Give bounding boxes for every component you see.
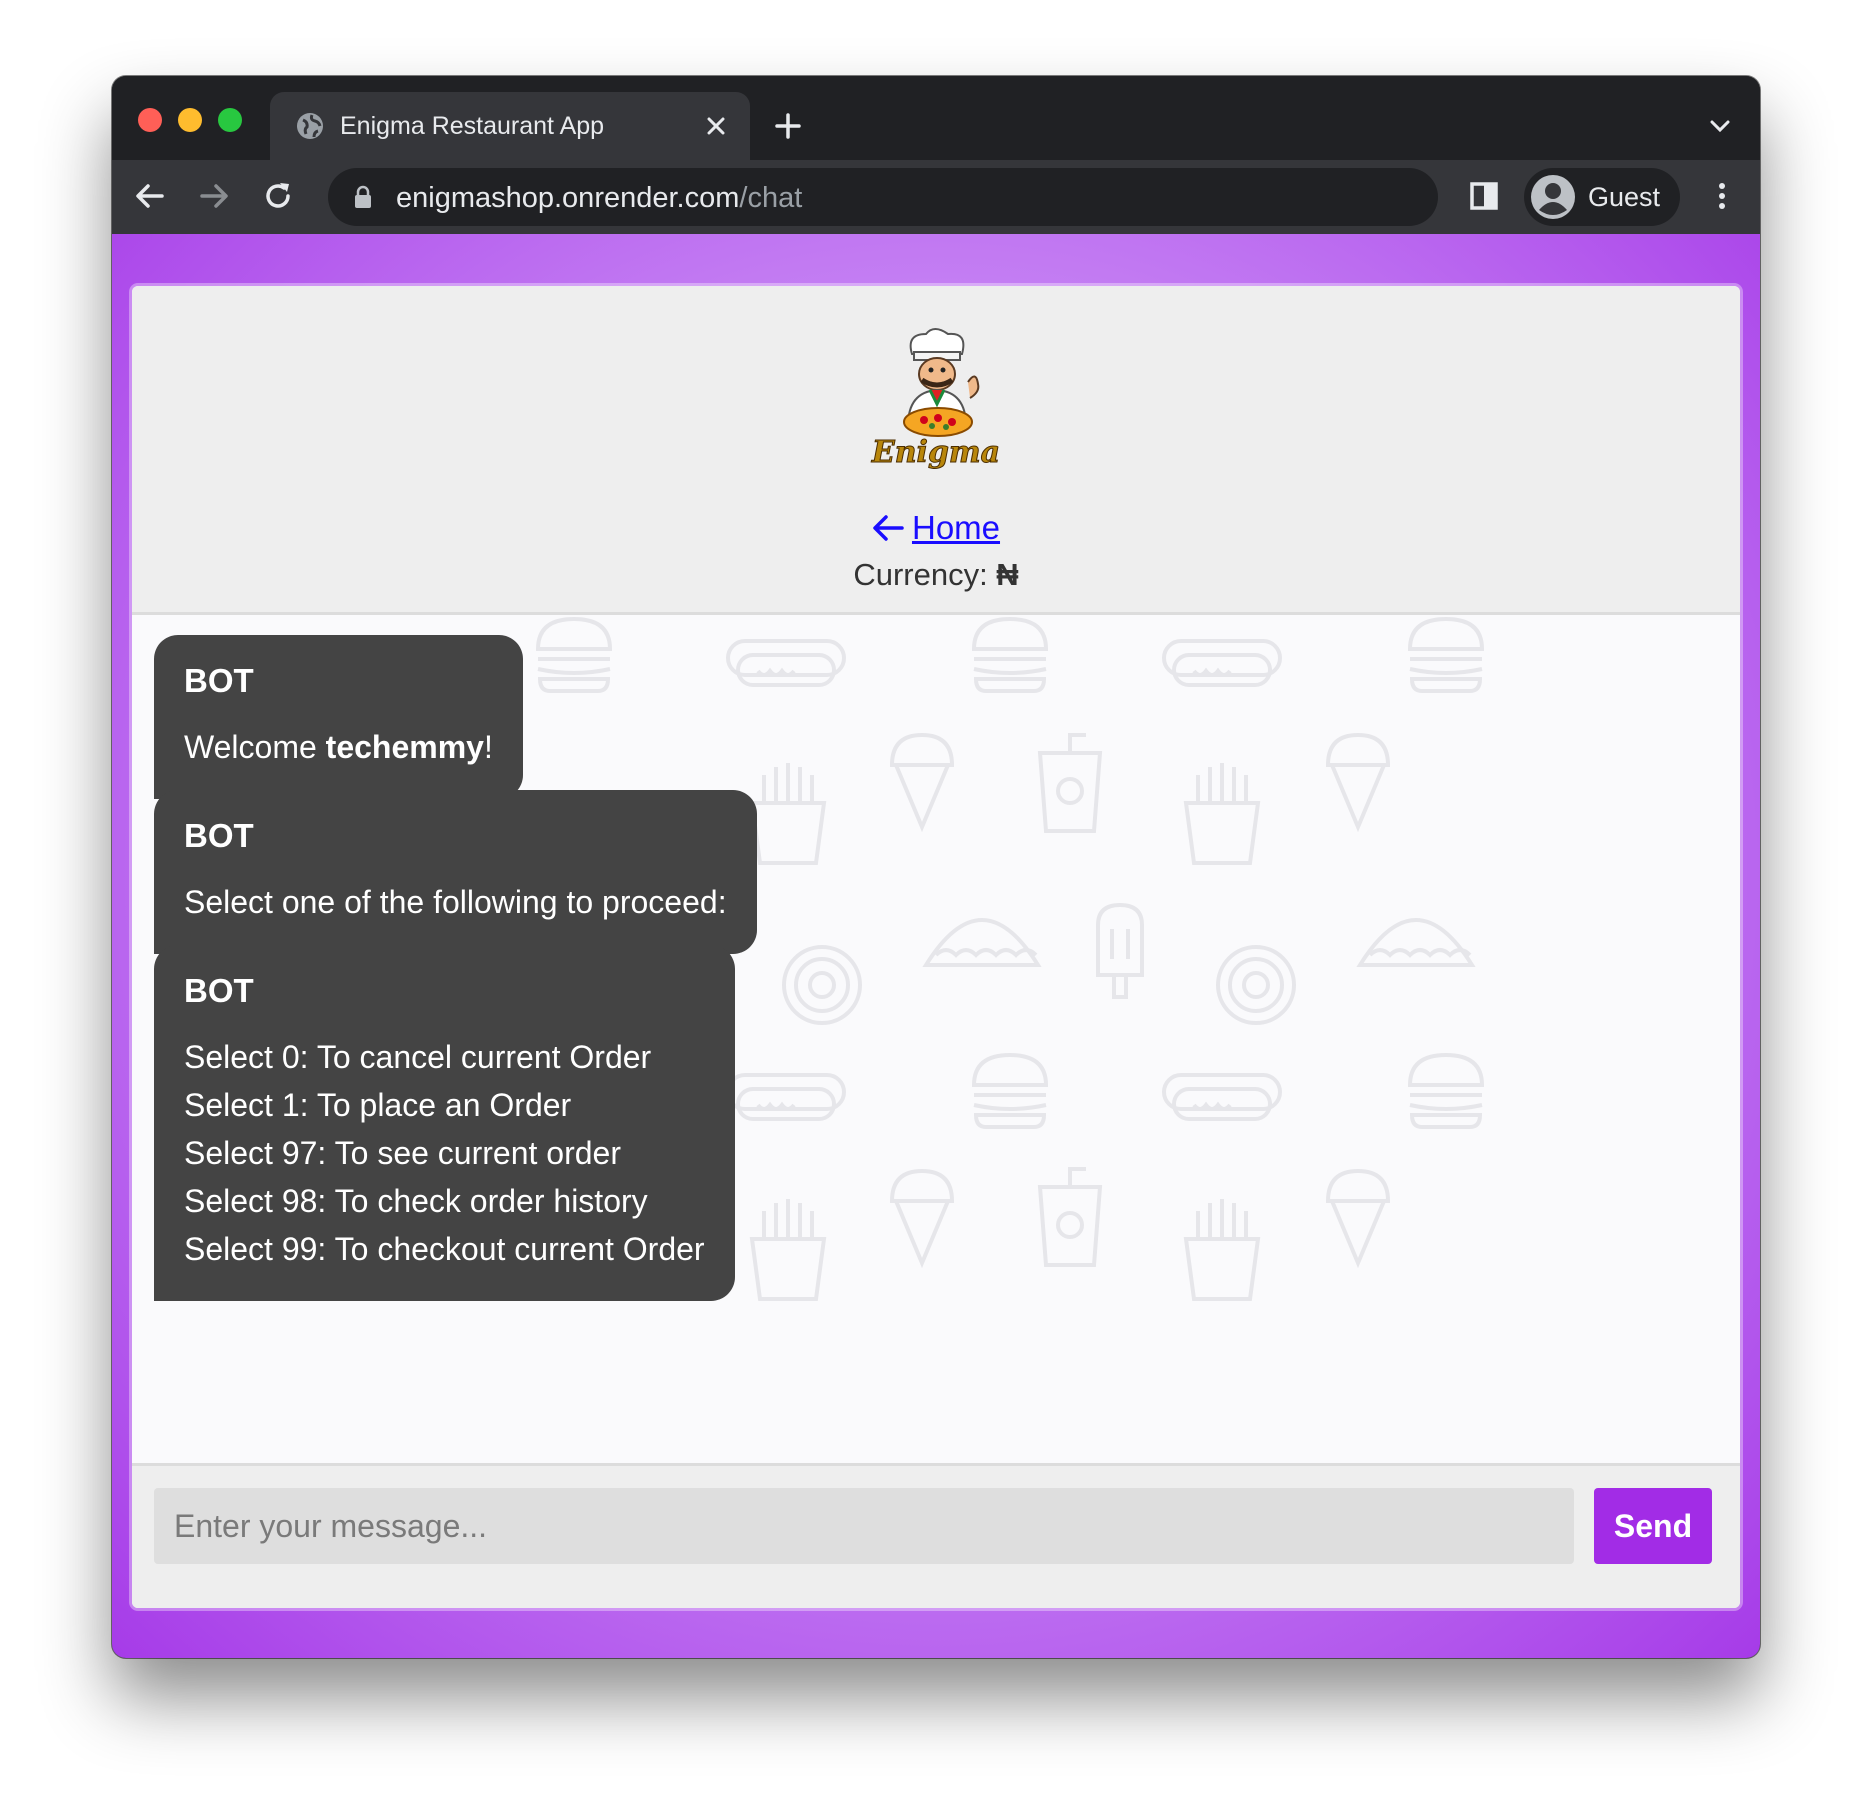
message-line: Welcome techemmy! bbox=[184, 723, 493, 771]
bot-message: BOT Select one of the following to proce… bbox=[154, 790, 757, 954]
home-link-row: Home bbox=[132, 508, 1740, 548]
message-sender: BOT bbox=[184, 972, 254, 1009]
profile-button[interactable]: Guest bbox=[1524, 168, 1680, 226]
maximize-window-button[interactable] bbox=[218, 108, 242, 132]
plus-icon[interactable] bbox=[772, 110, 804, 142]
forward-arrow-icon[interactable] bbox=[196, 178, 232, 214]
address-bar[interactable]: enigmashop.onrender.com/chat bbox=[328, 168, 1438, 226]
message-text: ! bbox=[483, 729, 493, 765]
message-composer: Send bbox=[132, 1463, 1740, 1608]
tab-title: Enigma Restaurant App bbox=[340, 112, 605, 140]
menu-option: Select 99: To checkout current Order bbox=[184, 1231, 705, 1267]
menu-option: Select 98: To check order history bbox=[184, 1183, 648, 1219]
page-background: Enigma Home Currency: ₦ BOT Welcome tech… bbox=[112, 234, 1760, 1658]
bot-message: BOT Welcome techemmy! bbox=[154, 635, 523, 799]
back-arrow-icon[interactable] bbox=[132, 178, 168, 214]
message-sender: BOT bbox=[184, 662, 254, 699]
message-line: Select one of the following to proceed: bbox=[184, 884, 727, 920]
kebab-menu-icon[interactable] bbox=[1710, 178, 1734, 214]
message-text: Welcome bbox=[184, 729, 326, 765]
browser-toolbar: enigmashop.onrender.com/chat Guest bbox=[112, 160, 1760, 234]
chat-app: Enigma Home Currency: ₦ BOT Welcome tech… bbox=[132, 286, 1740, 1608]
lock-icon[interactable] bbox=[354, 185, 372, 209]
tab-strip: Enigma Restaurant App bbox=[112, 76, 1760, 160]
menu-option: Select 0: To cancel current Order bbox=[184, 1039, 652, 1075]
chevron-down-icon[interactable] bbox=[1708, 114, 1732, 138]
enigma-chef-logo: Enigma bbox=[870, 328, 1001, 471]
close-window-button[interactable] bbox=[138, 108, 162, 132]
currency-label: Currency: bbox=[853, 557, 997, 592]
tab-active[interactable]: Enigma Restaurant App bbox=[270, 92, 750, 160]
message-sender: BOT bbox=[184, 817, 254, 854]
menu-option: Select 1: To place an Order bbox=[184, 1087, 572, 1123]
username: techemmy bbox=[325, 729, 484, 765]
left-arrow-icon bbox=[873, 515, 904, 541]
home-link-label: Home bbox=[911, 509, 1001, 546]
svg-text:Enigma: Enigma bbox=[871, 435, 1000, 470]
side-panel-icon[interactable] bbox=[1466, 178, 1502, 214]
close-icon[interactable] bbox=[702, 112, 730, 140]
profile-label: Guest bbox=[1588, 182, 1661, 212]
avatar-icon bbox=[1531, 175, 1575, 219]
reload-icon[interactable] bbox=[260, 178, 296, 214]
app-header: Enigma Home Currency: ₦ bbox=[132, 286, 1740, 615]
bot-message: BOT Select 0: To cancel current Order Se… bbox=[154, 945, 735, 1301]
chat-messages[interactable]: BOT Welcome techemmy! BOT Select one of … bbox=[132, 615, 1740, 1463]
url-text[interactable]: enigmashop.onrender.com/chat bbox=[396, 181, 802, 215]
url-host: enigmashop.onrender.com bbox=[396, 182, 740, 214]
menu-option: Select 97: To see current order bbox=[184, 1135, 621, 1171]
currency-symbol: ₦ bbox=[996, 557, 1019, 592]
home-link[interactable]: Home bbox=[872, 509, 1000, 546]
message-input[interactable] bbox=[154, 1488, 1574, 1564]
send-button[interactable]: Send bbox=[1594, 1488, 1712, 1564]
minimize-window-button[interactable] bbox=[178, 108, 202, 132]
globe-icon bbox=[297, 113, 323, 139]
url-path: /chat bbox=[739, 182, 803, 214]
browser-window: Enigma Restaurant App enigmashop.onrende… bbox=[112, 76, 1760, 1658]
currency-info: Currency: ₦ bbox=[132, 556, 1740, 594]
